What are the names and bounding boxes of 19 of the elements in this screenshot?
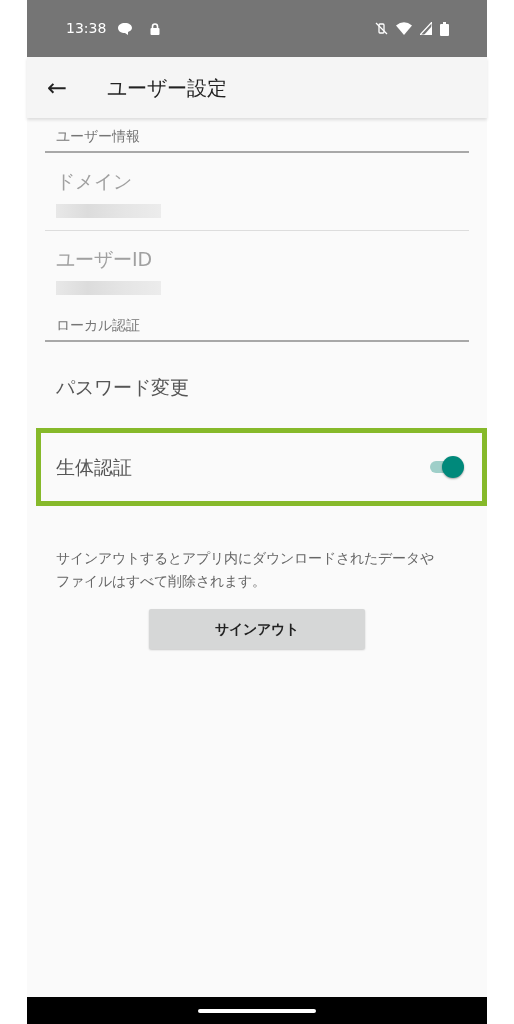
battery-icon [440, 21, 449, 36]
chat-bubble-icon [118, 22, 133, 35]
signal-icon [420, 22, 432, 35]
setting-label: ユーザーID [56, 246, 154, 272]
warning-text: サインアウトするとアプリ内にダウンロードされたデータやファイルはすべて削除されます。 [55, 549, 435, 591]
sign-out-button[interactable]: サインアウト [149, 609, 365, 649]
section-header: ローカル認証 [45, 307, 469, 342]
muted-vibration-icon [375, 22, 388, 35]
clock-time: 13:38 [66, 19, 107, 38]
back-button[interactable]: ← [47, 75, 68, 100]
lock-icon [150, 22, 161, 35]
screen-title: ユーザー設定 [107, 74, 228, 102]
toggle-switch[interactable] [428, 456, 464, 478]
section-header: ユーザー情報 [45, 118, 469, 153]
setting-label[interactable]: パスワード変更 [56, 373, 189, 402]
wifi-icon [396, 22, 412, 35]
setting-label: ドメイン [56, 169, 133, 194]
home-handle[interactable] [198, 1008, 316, 1013]
setting-label[interactable]: 生体認証 [56, 452, 132, 482]
